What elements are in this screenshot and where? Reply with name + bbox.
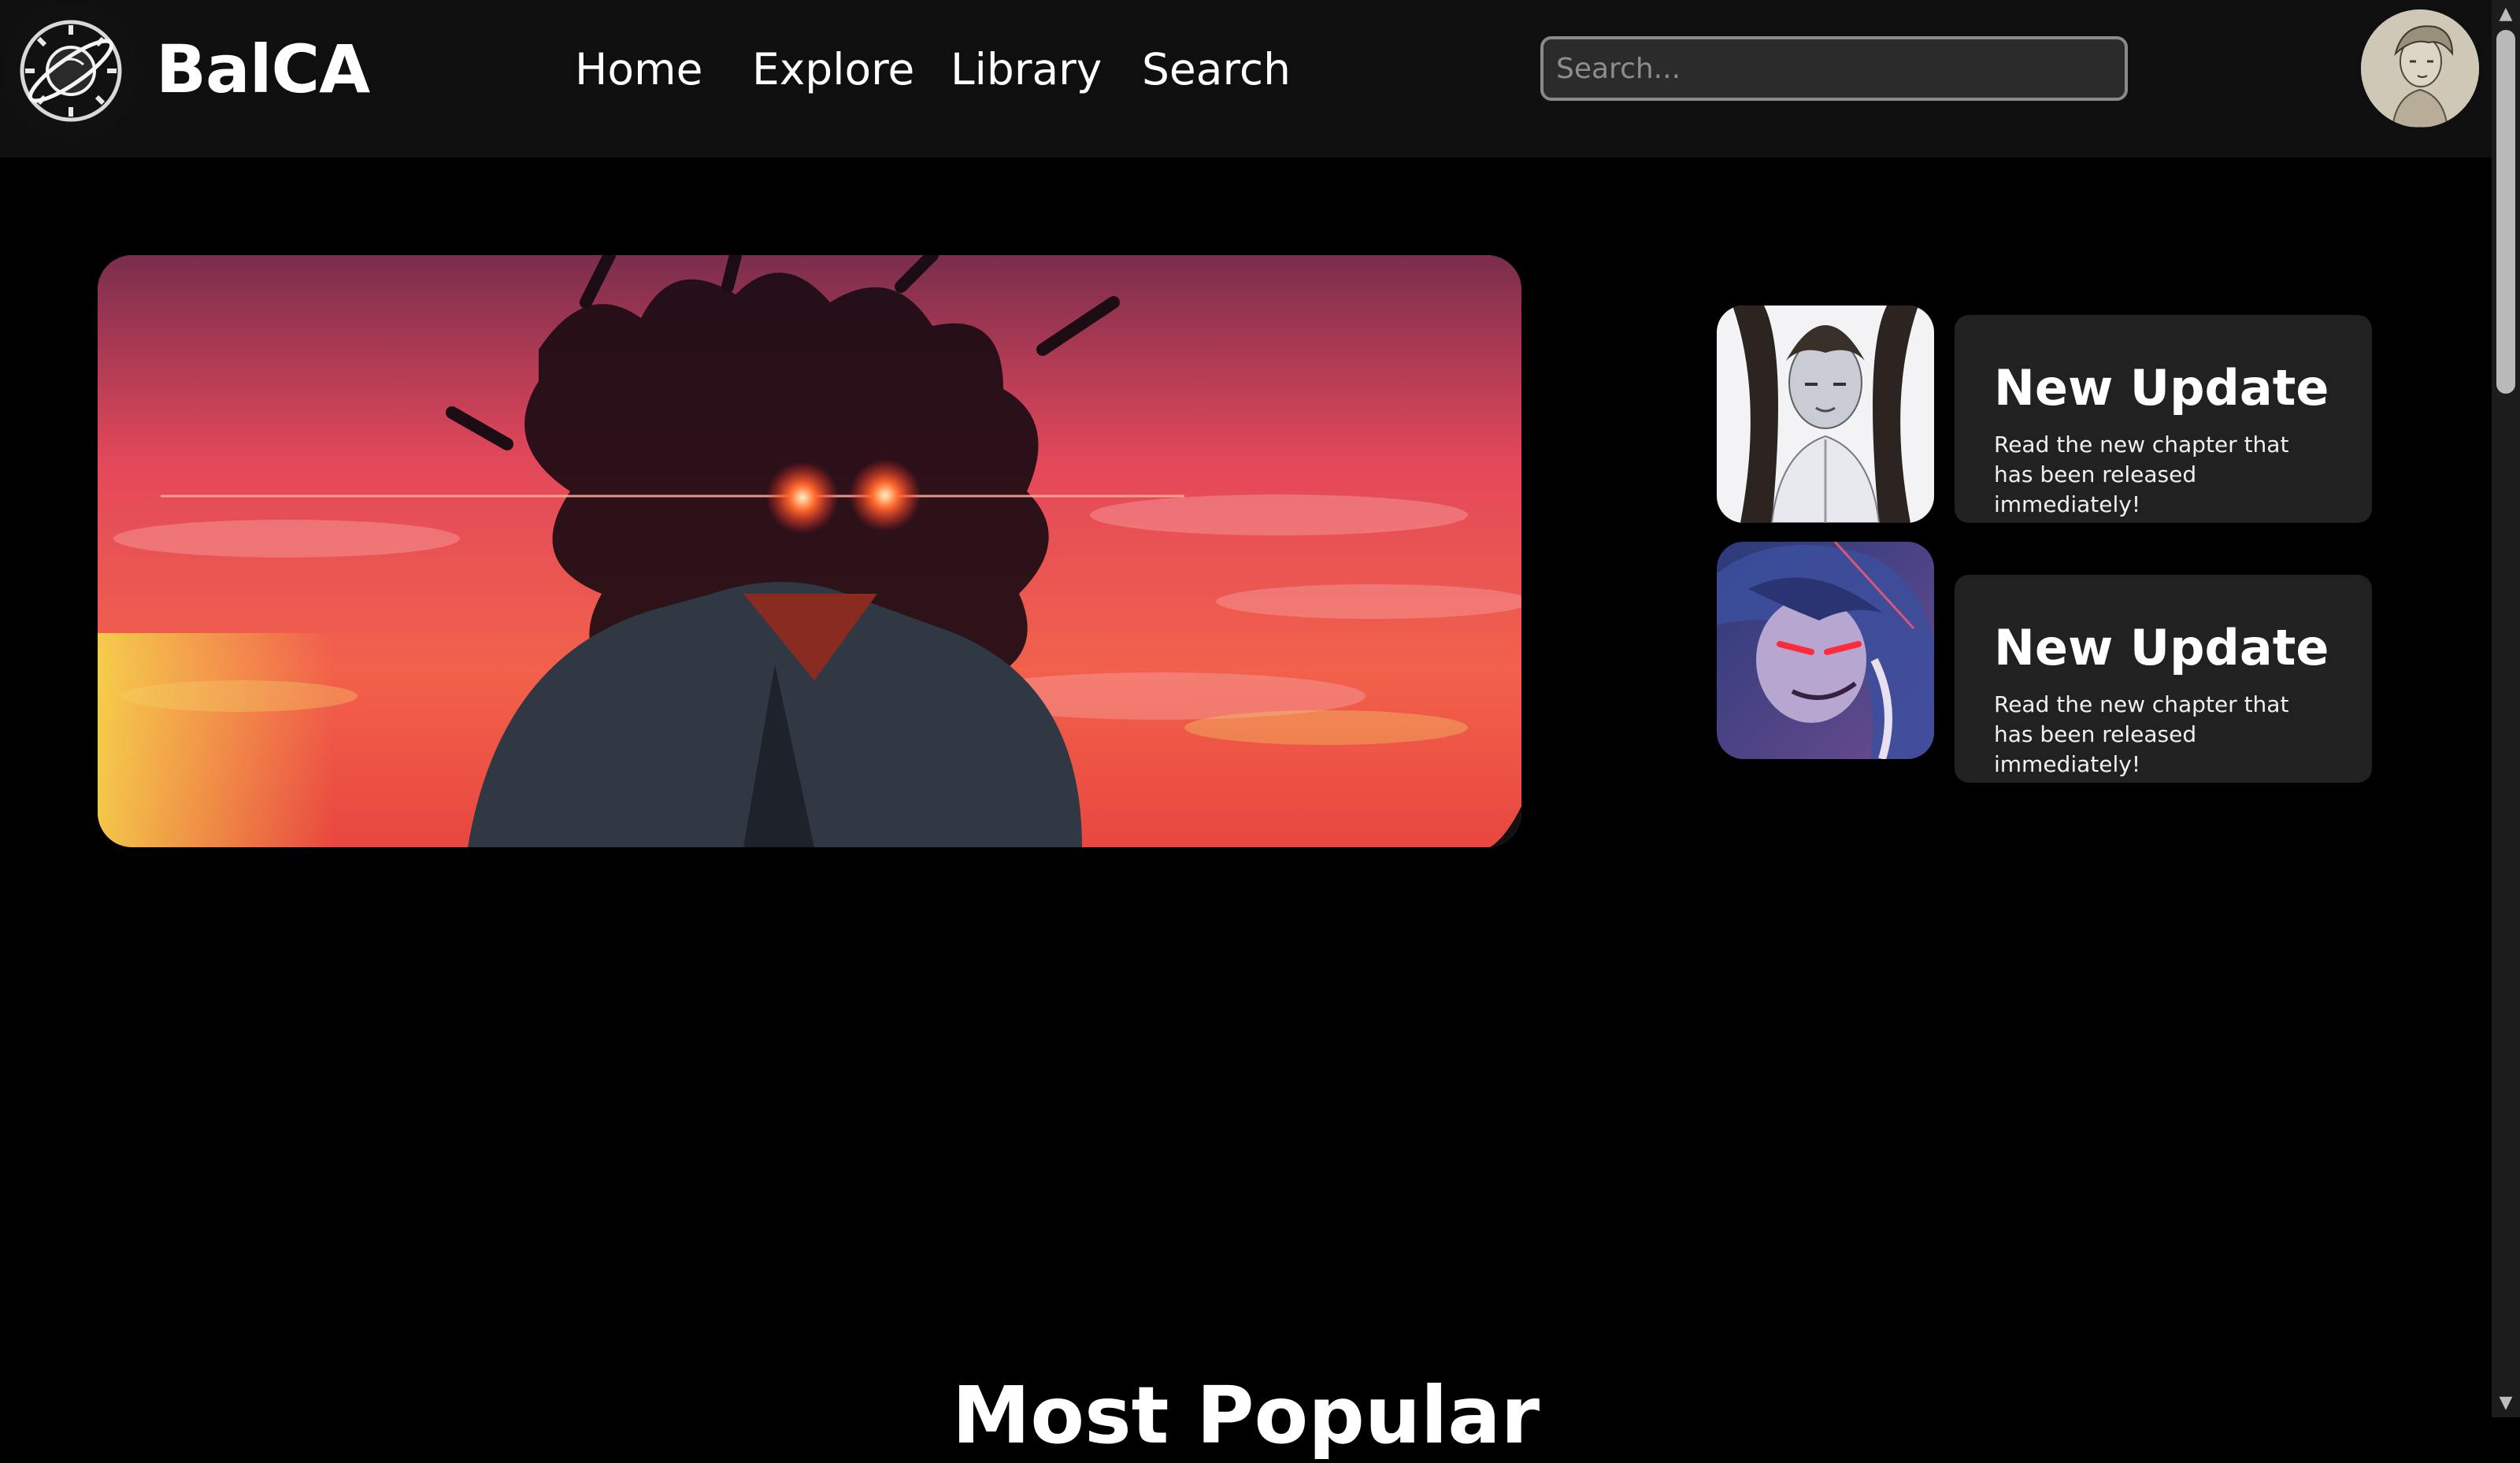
update-card-1[interactable]: New Update Read the new chapter that has…	[1955, 315, 2372, 523]
update-thumbnail-1[interactable]	[1717, 306, 1934, 523]
update-description: Read the new chapter that has been relea…	[1994, 431, 2289, 517]
nav-explore-link[interactable]: Explore	[752, 36, 914, 102]
nav-library-link[interactable]: Library	[951, 36, 1102, 102]
nav-search-link[interactable]: Search	[1142, 36, 1291, 102]
update-description: Read the new chapter that has been relea…	[1994, 691, 2289, 777]
update-thumbnail-2[interactable]	[1717, 542, 1934, 759]
page-scrollbar[interactable]: ▲ ▼	[2492, 0, 2520, 1417]
scroll-up-icon[interactable]: ▲	[2492, 0, 2520, 28]
update-card-2[interactable]: New Update Read the new chapter that has…	[1955, 575, 2372, 783]
character-artwork-1	[1717, 306, 1934, 523]
character-artwork-2	[1717, 542, 1934, 759]
search-field-container	[1540, 36, 2128, 101]
site-logo[interactable]	[3, 3, 139, 139]
search-input[interactable]	[1555, 51, 2114, 86]
hero-banner[interactable]	[98, 255, 1521, 847]
most-popular-heading: Most Popular	[951, 1369, 1540, 1461]
planet-logo-icon	[3, 3, 139, 139]
hero-artwork	[98, 255, 1521, 847]
top-navigation-bar: BalCA Home Explore Library Search	[0, 0, 2492, 157]
scrollbar-thumb[interactable]	[2496, 30, 2515, 394]
avatar-portrait-icon	[2361, 9, 2479, 128]
user-avatar[interactable]	[2361, 9, 2479, 128]
nav-home-link[interactable]: Home	[575, 36, 702, 102]
update-title: New Update	[1994, 359, 2329, 417]
brand-name[interactable]: BalCA	[156, 28, 370, 110]
scroll-down-icon[interactable]: ▼	[2492, 1389, 2520, 1417]
update-title: New Update	[1994, 619, 2329, 676]
